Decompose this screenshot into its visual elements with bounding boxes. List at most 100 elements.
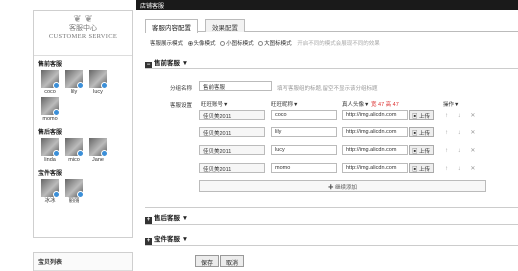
row-ops[interactable]: ↑ ↓ ✕ — [445, 165, 479, 172]
radio-small-icon-mode[interactable] — [220, 41, 226, 46]
nick-input[interactable]: lucy — [271, 145, 337, 155]
upload-label: 上传 — [419, 114, 431, 120]
radio-label: 大图标模式 — [264, 41, 292, 47]
preview-avatar[interactable]: lucy — [86, 70, 110, 97]
chat-icon — [101, 82, 108, 89]
tab-content-config[interactable]: 客服内容配置 — [145, 19, 198, 33]
preview-avatar[interactable]: lily — [62, 70, 86, 97]
radio-large-icon-mode[interactable] — [258, 41, 264, 46]
avatar-name: lily — [70, 89, 78, 95]
nick-input[interactable]: momo — [271, 163, 337, 173]
chat-icon — [77, 150, 84, 157]
banner-title: 客服中心 — [69, 25, 97, 32]
account-input[interactable]: 佳贝美2011 — [199, 163, 265, 173]
add-more-button[interactable]: ✚ 继续添加 — [199, 180, 486, 192]
preview-avatar[interactable]: mico — [62, 138, 86, 165]
avatar-photo — [41, 179, 60, 198]
avatar-url-input[interactable]: http://img.alicdn.com — [342, 163, 408, 173]
nick-input[interactable]: coco — [271, 110, 337, 120]
group-aftersale-header[interactable]: + 售后客服 ▼ — [145, 212, 188, 224]
preview-avatar[interactable]: 丽丽 — [62, 179, 86, 206]
avatar-name: 冰冰 — [44, 198, 56, 204]
save-button[interactable]: 保存 — [195, 255, 220, 267]
preview-avatar[interactable]: 冰冰 — [38, 179, 62, 206]
upload-label: 上传 — [419, 167, 431, 173]
upload-button[interactable]: ▣ 上传 — [409, 110, 434, 120]
expand-icon: + — [145, 238, 152, 245]
avatar-name: momo — [42, 116, 58, 122]
avatar-photo — [89, 138, 108, 157]
chat-icon — [53, 150, 60, 157]
config-tabs: 客服内容配置 效果配置 — [145, 18, 518, 33]
chat-icon — [53, 109, 60, 116]
tab-effect-config[interactable]: 效果配置 — [205, 19, 245, 32]
window-title: 店铺客服 — [140, 4, 165, 10]
account-input[interactable]: 佳贝美2011 — [199, 145, 265, 155]
display-mode-row: 客服展示模式 头像模式 小图标模式 大图标模式 开启不同的模式会展现不同的效果 — [150, 39, 380, 47]
chat-icon — [101, 150, 108, 157]
radio-label: 头像模式 — [193, 41, 216, 47]
avatar-name: lucy — [93, 89, 103, 95]
upload-label: 上传 — [419, 149, 431, 155]
product-list-preview: 宝贝列表 — [33, 252, 133, 271]
window-title-bar: 店铺客服 — [136, 0, 518, 10]
upload-label: 上传 — [419, 131, 431, 137]
row-ops[interactable]: ↑ ↓ ✕ — [445, 129, 479, 136]
wreath-icon: ❦ ❦ — [73, 14, 93, 25]
avatar-photo — [41, 70, 60, 89]
expand-icon: + — [145, 217, 152, 224]
row-ops[interactable]: ↑ ↓ ✕ — [445, 112, 479, 119]
chat-icon — [53, 191, 60, 198]
preview-avatar[interactable]: momo — [38, 97, 62, 124]
settings-label: 客服设置 — [170, 103, 193, 109]
avatar-photo — [65, 70, 84, 89]
avatar-url-input[interactable]: http://img.alicdn.com — [342, 110, 408, 120]
col-header-nick: 旺旺昵称▼ — [271, 102, 299, 108]
avatar-photo — [65, 138, 84, 157]
avatar-name: mico — [68, 157, 80, 163]
radio-avatar-mode[interactable] — [187, 41, 193, 46]
preview-avatar[interactable]: Jane — [86, 138, 110, 165]
row-ops[interactable]: ↑ ↓ ✕ — [445, 147, 479, 154]
divider — [145, 68, 518, 69]
group-manager-header[interactable]: + 宝件客服 ▼ — [145, 233, 188, 245]
avatar-size-note: 宽 47 高 47 — [370, 102, 399, 108]
divider — [145, 224, 518, 225]
chat-icon — [77, 191, 84, 198]
avatar-url-input[interactable]: http://img.alicdn.com — [342, 145, 408, 155]
upload-button[interactable]: ▣ 上传 — [409, 163, 434, 173]
group-name-hint: 填写客服组的标题,留空不显示该分组标题 — [277, 86, 378, 92]
product-list-title: 宝贝列表 — [34, 253, 132, 271]
avatar-photo — [65, 179, 84, 198]
group-name-input[interactable]: 售前客服 — [199, 81, 272, 91]
avatar-name: linda — [44, 157, 56, 163]
display-mode-label: 客服展示模式 — [150, 41, 184, 47]
preview-avatar[interactable]: coco — [38, 70, 62, 97]
avatar-url-input[interactable]: http://img.alicdn.com — [342, 127, 408, 137]
nick-input[interactable]: lily — [271, 127, 337, 137]
upload-button[interactable]: ▣ 上传 — [409, 127, 434, 137]
chat-icon — [53, 82, 60, 89]
group-name-label: 分组名称 — [170, 86, 193, 92]
radio-label: 小图标模式 — [226, 41, 254, 47]
upload-button[interactable]: ▣ 上传 — [409, 145, 434, 155]
group-title: 宝件客服 ▼ — [154, 236, 189, 243]
banner-subtitle: CUSTOMER SERVICE — [48, 33, 118, 40]
account-input[interactable]: 佳贝美2011 — [199, 127, 265, 137]
service-banner: ❦ ❦ 客服中心 CUSTOMER SERVICE — [34, 11, 132, 56]
preview-section-title: 售前客服 — [38, 62, 63, 68]
avatar-photo — [41, 138, 60, 157]
group-title: 售前客服 ▼ — [154, 60, 189, 67]
col-header-avatar-label: 真人头像▼ — [342, 102, 370, 108]
display-mode-hint: 开启不同的模式会展现不同的效果 — [297, 41, 380, 47]
avatar-photo — [41, 97, 60, 116]
cancel-button[interactable]: 取消 — [220, 255, 245, 267]
avatar-name: Jane — [92, 157, 104, 163]
preview-avatar[interactable]: linda — [38, 138, 62, 165]
avatar-photo — [89, 70, 108, 89]
col-header-ops: 操作▼ — [443, 102, 460, 108]
avatar-name: coco — [44, 89, 56, 95]
preview-section-title: 宝件客服 — [38, 171, 63, 177]
divider — [145, 245, 518, 246]
account-input[interactable]: 佳贝美2011 — [199, 110, 265, 120]
